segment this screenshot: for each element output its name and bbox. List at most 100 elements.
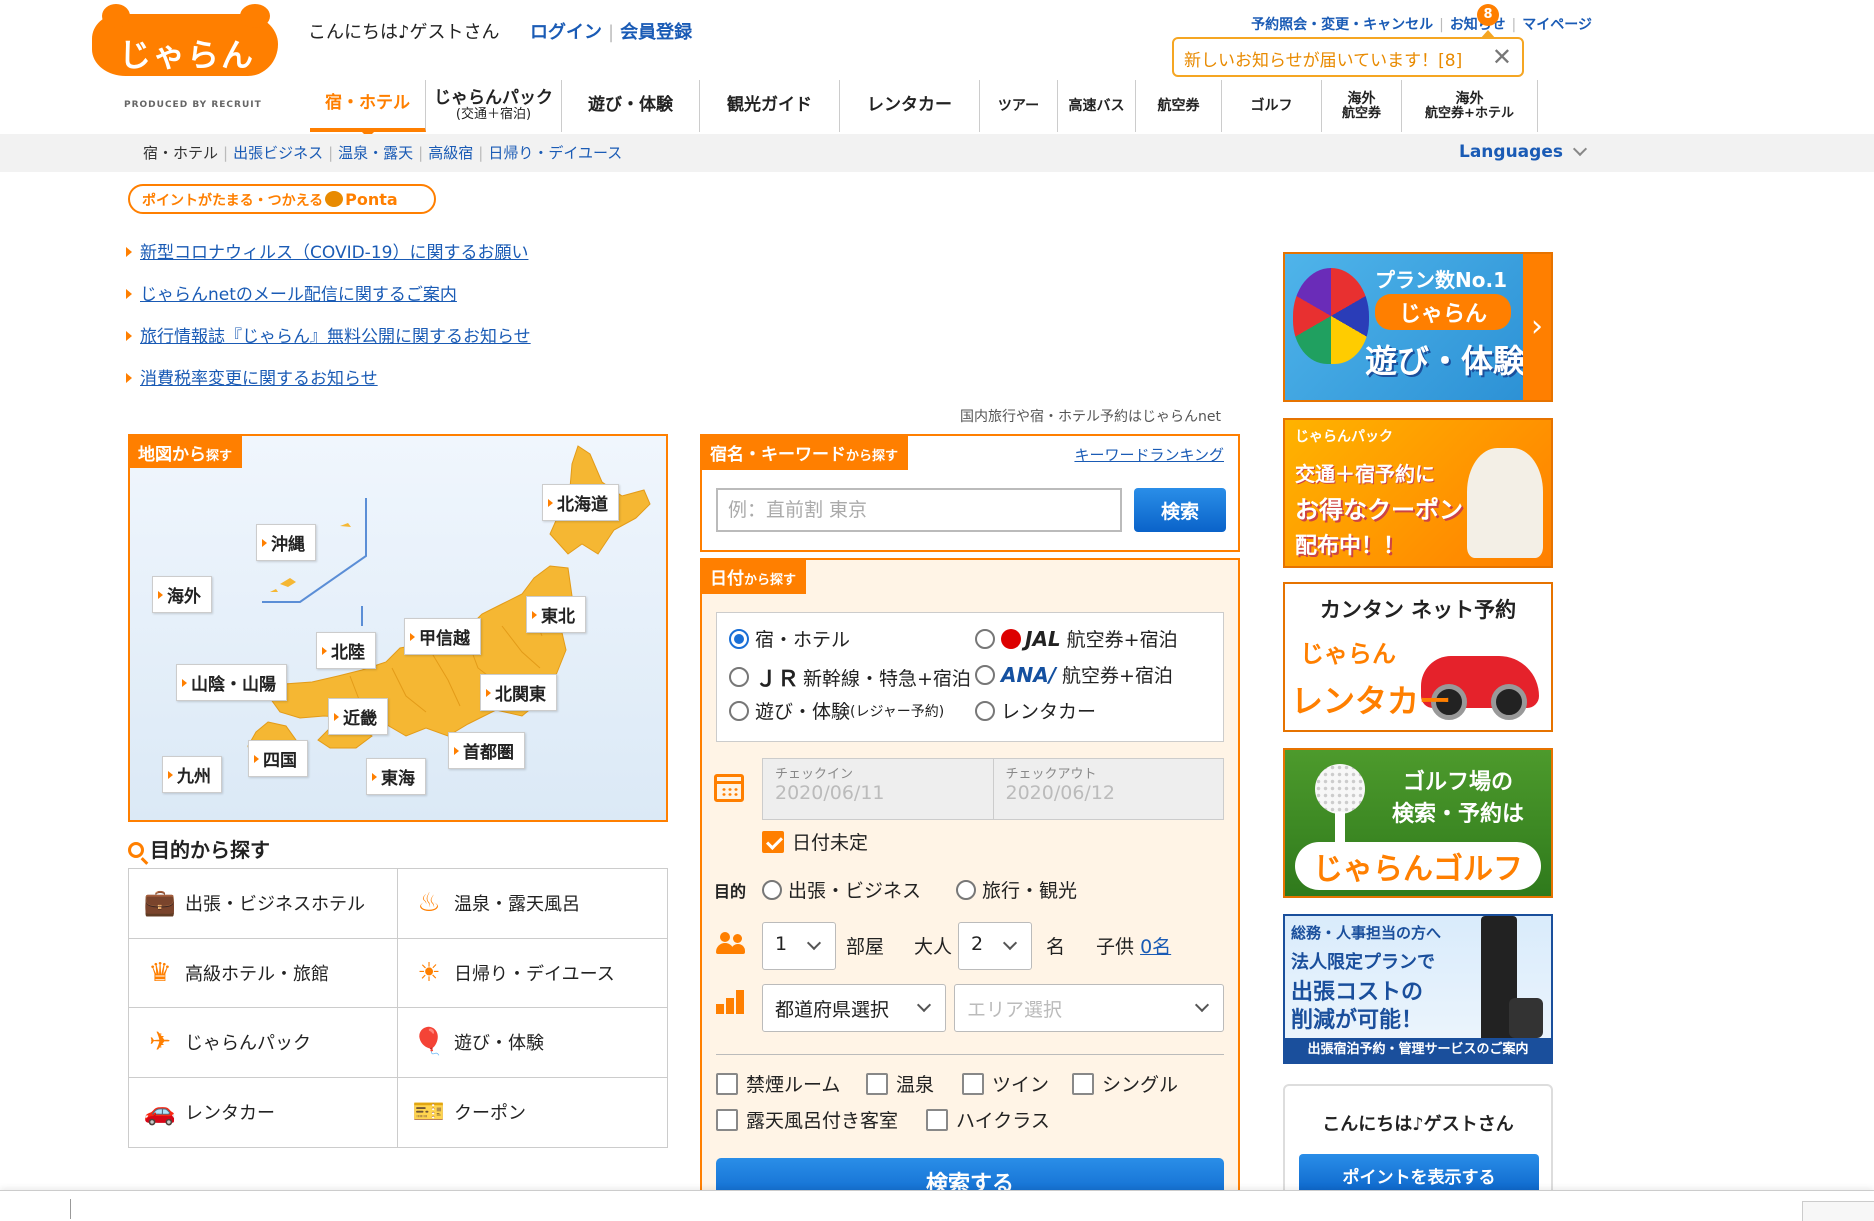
region-kitakanto[interactable]: 北関東 xyxy=(480,674,557,711)
type-hotel-radio[interactable]: 宿・ホテル xyxy=(729,625,850,652)
sub-nav-onsen[interactable]: 温泉・露天 xyxy=(338,144,413,162)
nav-tab-golf[interactable]: ゴルフ xyxy=(1222,80,1322,132)
purpose-business-radio[interactable]: 出張・ビジネス xyxy=(762,876,921,903)
purpose-business[interactable]: 💼 出張・ビジネスホテル xyxy=(129,869,398,939)
login-link[interactable]: ログイン xyxy=(530,22,602,43)
nav-tab-label-main: じゃらんパック xyxy=(434,88,553,109)
region-shutoken[interactable]: 首都圏 xyxy=(448,732,525,769)
nav-tab-rentacar[interactable]: レンタカー xyxy=(840,80,980,132)
close-icon[interactable]: ✕ xyxy=(1492,43,1512,71)
type-jal-radio[interactable]: JAL 航空券+宿泊 xyxy=(975,625,1178,652)
ana-logo: ANA/ xyxy=(1001,663,1056,687)
purpose-activities[interactable]: 🎈 遊び・体験 xyxy=(398,1008,667,1078)
list-item: 新型コロナウィルス（COVID-19）に関するお願い xyxy=(126,238,531,263)
notice-link-covid[interactable]: 新型コロナウィルス（COVID-19）に関するお願い xyxy=(140,243,528,263)
region-hokkaido[interactable]: 北海道 xyxy=(542,484,619,521)
banner-business[interactable]: 総務・人事担当の方へ 法人限定プランで 出張コストの 削減が可能！ 出張宿泊予約… xyxy=(1283,914,1553,1064)
sub-nav-business[interactable]: 出張ビジネス xyxy=(233,144,323,162)
banner-text: 配布中！！ xyxy=(1295,534,1406,559)
region-overseas[interactable]: 海外 xyxy=(152,576,212,613)
tab-main-label: 宿名・キーワード xyxy=(710,445,846,465)
type-rentacar-radio[interactable]: レンタカー xyxy=(975,697,1096,724)
region-shikoku[interactable]: 四国 xyxy=(248,740,308,777)
region-kyushu[interactable]: 九州 xyxy=(162,756,222,793)
reservation-manage-link[interactable]: 予約照会・変更・キャンセル xyxy=(1251,17,1433,33)
nav-tab-tour[interactable]: ツアー xyxy=(980,80,1058,132)
register-link[interactable]: 会員登録 xyxy=(620,22,692,43)
chevron-right-icon: › xyxy=(1523,254,1551,400)
jal-crane-icon xyxy=(1001,628,1021,649)
keyword-search-button[interactable]: 検索 xyxy=(1134,488,1226,532)
option-high-class[interactable]: ハイクラス xyxy=(926,1106,1050,1133)
corner-panel[interactable] xyxy=(1802,1201,1874,1221)
type-ana-label: 航空券+宿泊 xyxy=(1062,665,1173,687)
ponta-badge[interactable]: ポイントがたまる・つかえる Ponta xyxy=(128,184,436,214)
region-tohoku[interactable]: 東北 xyxy=(526,596,586,633)
banner-golf[interactable]: ゴルフ場の 検索・予約は じゃらんゴルフ xyxy=(1283,748,1553,898)
notice-link-mail[interactable]: じゃらんnetのメール配信に関するご案内 xyxy=(140,285,457,305)
type-leisure-radio[interactable]: 遊び・体験 (レジャー予約) xyxy=(729,697,944,724)
type-ana-radio[interactable]: ANA/航空券+宿泊 xyxy=(975,661,1173,688)
checkin-field[interactable]: チェックイン 2020/06/11 xyxy=(763,759,994,819)
jalan-logo[interactable]: じゃらん PRODUCED BY RECRUIT xyxy=(88,4,284,110)
nav-tab-overseas-air[interactable]: 海外 航空券 xyxy=(1322,80,1402,132)
nav-tab-activities[interactable]: 遊び・体験 xyxy=(562,80,700,132)
option-twin[interactable]: ツイン xyxy=(962,1070,1049,1097)
nav-tab-hotel[interactable]: 宿・ホテル xyxy=(310,80,426,138)
banner-text: 遊び・体験 xyxy=(1365,342,1526,380)
keyword-ranking-link[interactable]: キーワードランキング xyxy=(1074,444,1224,465)
nav-tab-jalan-pack[interactable]: じゃらんパック (交通＋宿泊) xyxy=(426,80,562,132)
region-hokuriku[interactable]: 北陸 xyxy=(316,632,376,669)
notice-popup[interactable]: 新しいお知らせが届いています！[8] ✕ xyxy=(1172,30,1524,77)
purpose-onsen[interactable]: ♨ 温泉・露天風呂 xyxy=(398,869,667,939)
purpose-rentacar[interactable]: 🚗 レンタカー xyxy=(129,1077,398,1147)
radio-icon xyxy=(729,667,749,687)
nav-tab-air-ticket[interactable]: 航空券 xyxy=(1136,80,1222,132)
purpose-jalan-pack[interactable]: ✈ じゃらんパック xyxy=(129,1008,398,1078)
notice-count-badge[interactable]: 8 xyxy=(1477,4,1499,26)
date-undecided-checkbox[interactable]: 日付未定 xyxy=(762,828,868,855)
nav-tab-highway-bus[interactable]: 高速バス xyxy=(1058,80,1136,132)
option-onsen[interactable]: 温泉 xyxy=(866,1070,934,1097)
banner-activities[interactable]: プラン数No.1 じゃらん 遊び・体験 › xyxy=(1283,252,1553,402)
rooms-select[interactable]: 1 xyxy=(762,922,836,970)
notice-link-magazine[interactable]: 旅行情報誌『じゃらん』無料公開に関するお知らせ xyxy=(140,327,531,347)
purpose-coupon[interactable]: 🎫 クーポン xyxy=(398,1078,667,1148)
option-nonsmoking[interactable]: 禁煙ルーム xyxy=(716,1070,840,1097)
banner-rentacar[interactable]: カンタン ネット予約 じゃらん レンタカー xyxy=(1283,582,1553,732)
type-jr-radio[interactable]: ＪＲ 新幹線・特急+宿泊 xyxy=(729,661,971,693)
area-select[interactable]: エリア選択 xyxy=(954,984,1224,1032)
notice-link-tax[interactable]: 消費税率変更に関するお知らせ xyxy=(140,369,378,389)
mypage-link[interactable]: マイページ xyxy=(1522,17,1592,33)
prefecture-select[interactable]: 都道府県選択 xyxy=(762,984,946,1032)
keyword-input[interactable] xyxy=(716,488,1122,532)
search-type-options: 宿・ホテル JAL 航空券+宿泊 ＪＲ 新幹線・特急+宿泊 ANA/航空券+宿泊 遊… xyxy=(716,612,1224,742)
nav-tab-overseas-air-hotel[interactable]: 海外 航空券+ホテル xyxy=(1402,80,1538,132)
checkout-field[interactable]: チェックアウト 2020/06/12 xyxy=(994,759,1224,819)
region-tokai[interactable]: 東海 xyxy=(366,758,426,795)
purpose-travel-radio[interactable]: 旅行・観光 xyxy=(956,876,1077,903)
languages-dropdown[interactable]: Languages xyxy=(1459,141,1588,162)
adults-select[interactable]: 2 xyxy=(958,922,1032,970)
purpose-dayuse[interactable]: ☀ 日帰り・デイユース xyxy=(398,939,667,1008)
purpose-luxury[interactable]: ♛ 高級ホテル・旅館 xyxy=(129,938,398,1008)
banner-text: プラン数No.1 xyxy=(1375,268,1507,292)
region-kinki[interactable]: 近畿 xyxy=(328,698,388,735)
region-sanin-sanyo[interactable]: 山陰・山陽 xyxy=(176,664,287,701)
sub-nav-luxury[interactable]: 高級宿 xyxy=(428,144,473,162)
option-single[interactable]: シングル xyxy=(1072,1070,1178,1097)
banner-coupon[interactable]: じゃらんパック 交通＋宿予約に お得なクーポン 配布中！！ xyxy=(1283,418,1553,568)
sub-nav-dayuse[interactable]: 日帰り・デイユース xyxy=(488,144,622,162)
type-rentacar-label: レンタカー xyxy=(1001,701,1097,723)
region-okinawa[interactable]: 沖縄 xyxy=(256,524,316,561)
checkbox-icon xyxy=(926,1108,948,1131)
children-count-link[interactable]: 0名 xyxy=(1140,936,1171,958)
ana-brand-text: ANA xyxy=(1001,662,1049,687)
chevron-down-icon xyxy=(1002,935,1018,951)
nav-tab-travel-guide[interactable]: 観光ガイド xyxy=(700,80,840,132)
calendar-icon xyxy=(714,774,744,802)
banner-text: じゃらん xyxy=(1375,294,1511,330)
option-open-air-bath[interactable]: 露天風呂付き客室 xyxy=(716,1106,898,1133)
region-koshinetsu[interactable]: 甲信越 xyxy=(404,618,481,655)
checkbox-icon xyxy=(1072,1072,1094,1095)
